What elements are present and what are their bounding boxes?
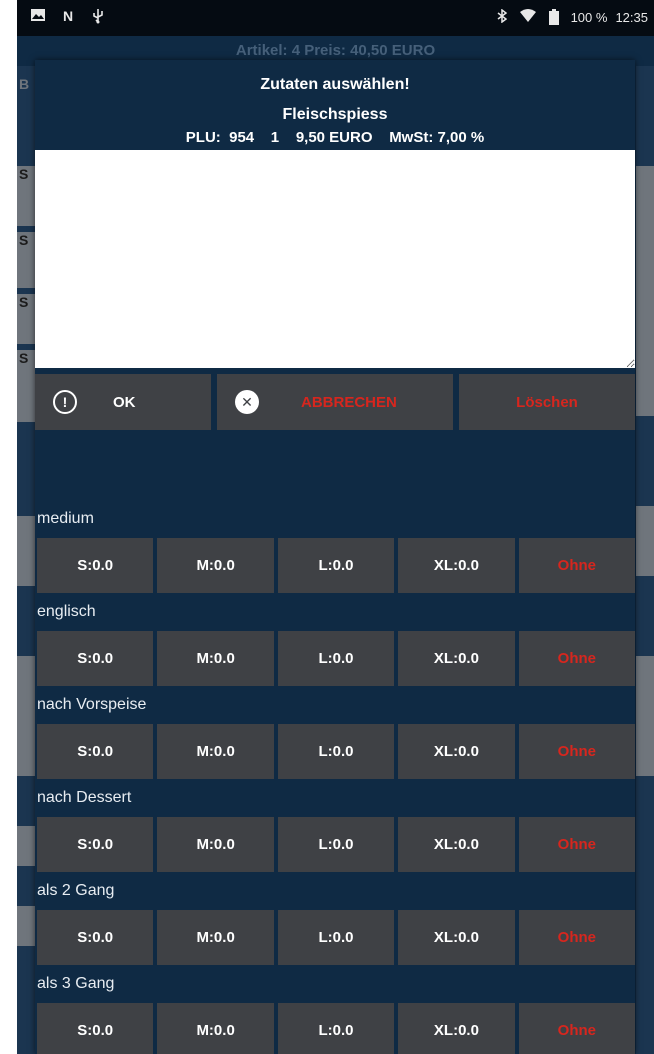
size-l-button[interactable]: L:0.0 — [277, 1003, 395, 1054]
cancel-button[interactable]: ✕ ABBRECHEN — [217, 374, 453, 430]
background-strip — [636, 166, 654, 416]
size-l-button[interactable]: L:0.0 — [277, 817, 395, 872]
size-l-button[interactable]: L:0.0 — [277, 910, 395, 965]
size-l-button[interactable]: L:0.0 — [277, 631, 395, 686]
size-xl-button[interactable]: XL:0.0 — [398, 724, 515, 779]
n-icon: N — [62, 8, 74, 24]
size-s-button[interactable]: S:0.0 — [37, 538, 154, 593]
option-group-medium: medium S:0.0 M:0.0 L:0.0 XL:0.0 Ohne — [35, 500, 636, 593]
size-xl-button[interactable]: XL:0.0 — [398, 910, 515, 965]
size-m-button[interactable]: M:0.0 — [157, 910, 274, 965]
option-label: medium — [37, 510, 94, 527]
size-s-button[interactable]: S:0.0 — [37, 817, 154, 872]
usb-icon — [89, 8, 107, 24]
option-group-nach-dessert: nach Dessert S:0.0 M:0.0 L:0.0 XL:0.0 Oh… — [35, 779, 636, 872]
clock: 12:35 — [615, 9, 648, 25]
option-row: S:0.0 M:0.0 L:0.0 XL:0.0 Ohne — [37, 1003, 636, 1054]
option-group-als-2-gang: als 2 Gang S:0.0 M:0.0 L:0.0 XL:0.0 Ohne — [35, 872, 636, 965]
size-l-button[interactable]: L:0.0 — [277, 538, 395, 593]
size-l-button[interactable]: L:0.0 — [277, 724, 395, 779]
option-row: S:0.0 M:0.0 L:0.0 XL:0.0 Ohne — [37, 724, 636, 779]
wifi-icon — [519, 9, 537, 25]
battery-icon — [545, 9, 563, 25]
delete-button[interactable]: Löschen — [459, 374, 635, 430]
size-m-button[interactable]: M:0.0 — [157, 631, 274, 686]
option-row: S:0.0 M:0.0 L:0.0 XL:0.0 Ohne — [37, 631, 636, 686]
background-strip — [17, 656, 35, 776]
option-group-als-3-gang: als 3 Gang S:0.0 M:0.0 L:0.0 XL:0.0 Ohne — [35, 965, 636, 1054]
without-button[interactable]: Ohne — [518, 724, 636, 779]
size-xl-button[interactable]: XL:0.0 — [398, 1003, 515, 1054]
option-row: S:0.0 M:0.0 L:0.0 XL:0.0 Ohne — [37, 817, 636, 872]
size-s-button[interactable]: S:0.0 — [37, 724, 154, 779]
size-s-button[interactable]: S:0.0 — [37, 910, 154, 965]
background-strip — [17, 826, 35, 866]
status-bar: N 100 % 12:35 — [17, 0, 654, 36]
alert-icon: ! — [53, 390, 77, 414]
ok-button[interactable]: ! OK — [35, 374, 211, 430]
size-xl-button[interactable]: XL:0.0 — [398, 631, 515, 686]
background-strip — [17, 906, 35, 946]
without-button[interactable]: Ohne — [518, 631, 636, 686]
option-group-englisch: englisch S:0.0 M:0.0 L:0.0 XL:0.0 Ohne — [35, 593, 636, 686]
option-list: medium S:0.0 M:0.0 L:0.0 XL:0.0 Ohne eng… — [35, 500, 636, 1054]
dialog-actions: ! OK ✕ ABBRECHEN Löschen — [35, 374, 635, 430]
size-s-button[interactable]: S:0.0 — [37, 631, 154, 686]
option-label: als 3 Gang — [37, 975, 115, 992]
option-label: als 2 Gang — [37, 882, 115, 899]
without-button[interactable]: Ohne — [518, 817, 636, 872]
product-name: Fleischspiess — [282, 106, 388, 123]
delete-label: Löschen — [516, 393, 578, 411]
without-button[interactable]: Ohne — [518, 538, 636, 593]
ingredients-dialog: Zutaten auswählen! Fleischspiess PLU: 95… — [35, 60, 636, 1054]
background-strip: B — [17, 76, 35, 110]
notes-textarea[interactable] — [35, 150, 635, 368]
ok-label: OK — [113, 393, 136, 411]
background-strip: S — [17, 232, 35, 288]
option-label: nach Vorspeise — [37, 696, 147, 713]
size-m-button[interactable]: M:0.0 — [157, 538, 274, 593]
product-info: PLU: 954 1 9,50 EURO MwSt: 7,00 % — [185, 129, 485, 146]
background-strip: S — [17, 294, 35, 344]
size-m-button[interactable]: M:0.0 — [157, 817, 274, 872]
image-icon — [29, 8, 47, 24]
size-s-button[interactable]: S:0.0 — [37, 1003, 154, 1054]
close-icon: ✕ — [235, 390, 259, 414]
device-screen: N 100 % 12:35 Artikel: 4 Preis: 40,50 EU… — [17, 0, 654, 1054]
option-group-nach-vorspeise: nach Vorspeise S:0.0 M:0.0 L:0.0 XL:0.0 … — [35, 686, 636, 779]
size-m-button[interactable]: M:0.0 — [157, 1003, 274, 1054]
bluetooth-icon — [493, 8, 511, 25]
option-label: nach Dessert — [37, 789, 132, 806]
background-strip — [636, 506, 654, 576]
status-bar-left: N — [29, 8, 107, 24]
status-bar-right: 100 % 12:35 — [493, 8, 648, 25]
size-xl-button[interactable]: XL:0.0 — [398, 817, 515, 872]
without-button[interactable]: Ohne — [518, 910, 636, 965]
background-strip — [17, 516, 35, 586]
dialog-title: Zutaten auswählen! — [260, 76, 410, 93]
option-row: S:0.0 M:0.0 L:0.0 XL:0.0 Ohne — [37, 910, 636, 965]
background-left-column: B S S S S — [17, 66, 35, 1054]
battery-percent: 100 % — [570, 9, 608, 25]
background-strip: S — [17, 166, 35, 226]
size-m-button[interactable]: M:0.0 — [157, 724, 274, 779]
option-label: englisch — [37, 603, 96, 620]
size-xl-button[interactable]: XL:0.0 — [398, 538, 515, 593]
background-strip: S — [17, 350, 35, 422]
without-button[interactable]: Ohne — [518, 1003, 636, 1054]
background-right-column — [636, 66, 654, 1054]
cancel-label: ABBRECHEN — [301, 393, 397, 411]
background-strip — [636, 656, 654, 776]
option-row: S:0.0 M:0.0 L:0.0 XL:0.0 Ohne — [37, 538, 636, 593]
